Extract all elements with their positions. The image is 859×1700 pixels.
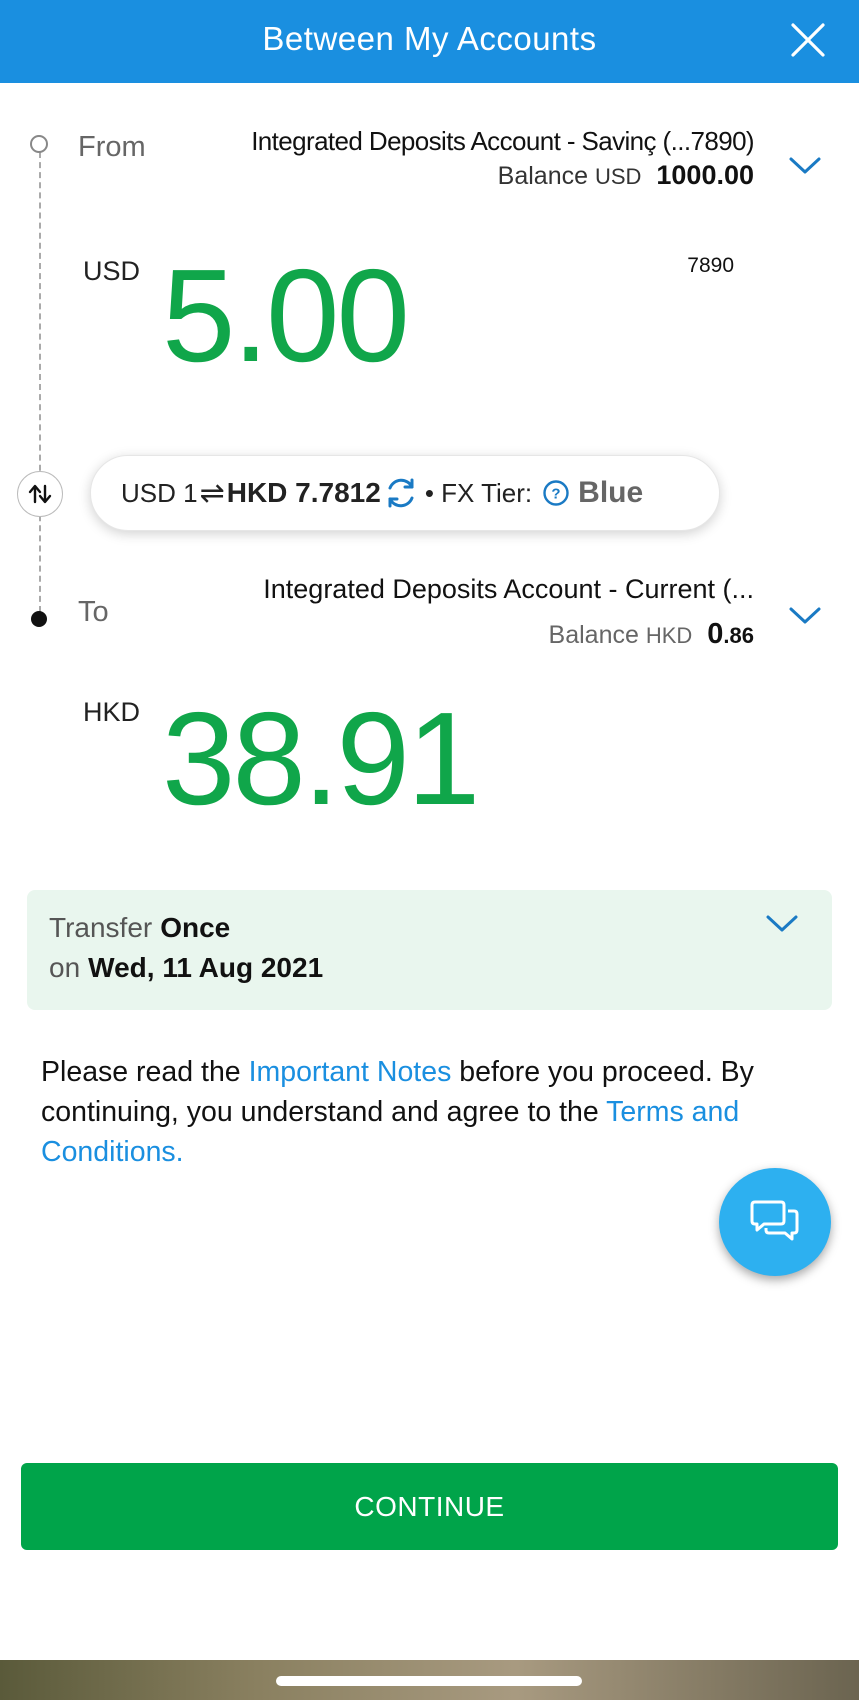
chevron-down-icon — [789, 157, 821, 174]
chevron-down-icon — [789, 607, 821, 624]
important-notes-link[interactable]: Important Notes — [249, 1056, 452, 1088]
fx-rate-pill: USD 1 ⇌ HKD 7.7812 • FX Tier: ? Blue — [90, 455, 720, 531]
to-node — [31, 611, 47, 627]
from-balance: Balance USD 1000.00 — [498, 160, 754, 191]
fx-exchange-icon: ⇌ — [199, 476, 225, 510]
fx-tier-value: Blue — [578, 476, 644, 509]
transfer-date: Wed, 11 Aug 2021 — [88, 952, 324, 983]
terms-notice: Please read the Important Notes before y… — [41, 1052, 821, 1172]
transfer-label: Transfer — [49, 912, 153, 943]
page-title: Between My Accounts — [262, 20, 597, 57]
close-icon — [791, 23, 825, 57]
to-account-name[interactable]: Integrated Deposits Account - Current (.… — [263, 574, 754, 605]
fx-tier-info-button[interactable]: ? — [542, 479, 570, 507]
on-label: on — [49, 952, 81, 983]
from-account-name[interactable]: Integrated Deposits Account - Savinç (..… — [251, 126, 754, 157]
to-balance-label: Balance — [548, 621, 639, 649]
refresh-rate-button[interactable] — [383, 475, 419, 511]
to-balance-int: 0 — [707, 618, 724, 650]
from-account-dropdown[interactable] — [785, 150, 825, 180]
schedule-frequency-row: Transfer Once — [49, 912, 230, 944]
from-label: From — [78, 131, 146, 163]
to-balance: Balance HKD 0.86 — [549, 618, 754, 651]
question-icon: ? — [543, 480, 569, 506]
chevron-down-icon — [766, 915, 798, 932]
chat-icon — [750, 1200, 799, 1241]
chat-button[interactable] — [719, 1168, 831, 1276]
fx-tier-label: • FX Tier: — [424, 477, 533, 508]
to-amount-input[interactable]: 38.91 — [162, 693, 480, 825]
refresh-icon — [388, 478, 414, 508]
close-button[interactable] — [787, 19, 829, 61]
to-label: To — [78, 596, 109, 628]
swap-accounts-button[interactable] — [17, 471, 63, 517]
to-account-dropdown[interactable] — [785, 600, 825, 630]
from-account-suffix: 7890 — [687, 254, 734, 277]
home-indicator[interactable] — [276, 1676, 582, 1686]
schedule-date-row: on Wed, 11 Aug 2021 — [49, 952, 323, 984]
to-amount-currency: HKD — [83, 697, 141, 727]
swap-arrows-icon — [28, 484, 52, 504]
from-amount-currency: USD — [83, 256, 141, 286]
fx-rate-text: HKD 7.7812 — [226, 477, 381, 508]
transfer-frequency: Once — [160, 912, 231, 943]
transfer-rail — [39, 152, 41, 612]
schedule-dropdown[interactable] — [762, 908, 802, 943]
from-balance-currency: USD — [594, 164, 642, 189]
to-balance-dec: .86 — [723, 623, 754, 648]
to-balance-value: 0.86 — [707, 618, 754, 650]
from-amount-input[interactable]: 5.00 — [162, 250, 410, 382]
fx-from-text: USD 1 — [121, 477, 198, 508]
from-balance-value: 1000.00 — [656, 160, 754, 190]
from-node — [30, 135, 48, 153]
transfer-schedule[interactable]: Transfer Once on Wed, 11 Aug 2021 — [27, 890, 832, 1010]
continue-button[interactable]: CONTINUE — [21, 1463, 838, 1550]
from-balance-label: Balance — [497, 162, 589, 190]
svg-text:?: ? — [552, 486, 561, 503]
header-bar: Between My Accounts — [0, 0, 859, 83]
notice-text-1: Please read the — [41, 1056, 249, 1088]
to-balance-currency: HKD — [645, 623, 693, 648]
